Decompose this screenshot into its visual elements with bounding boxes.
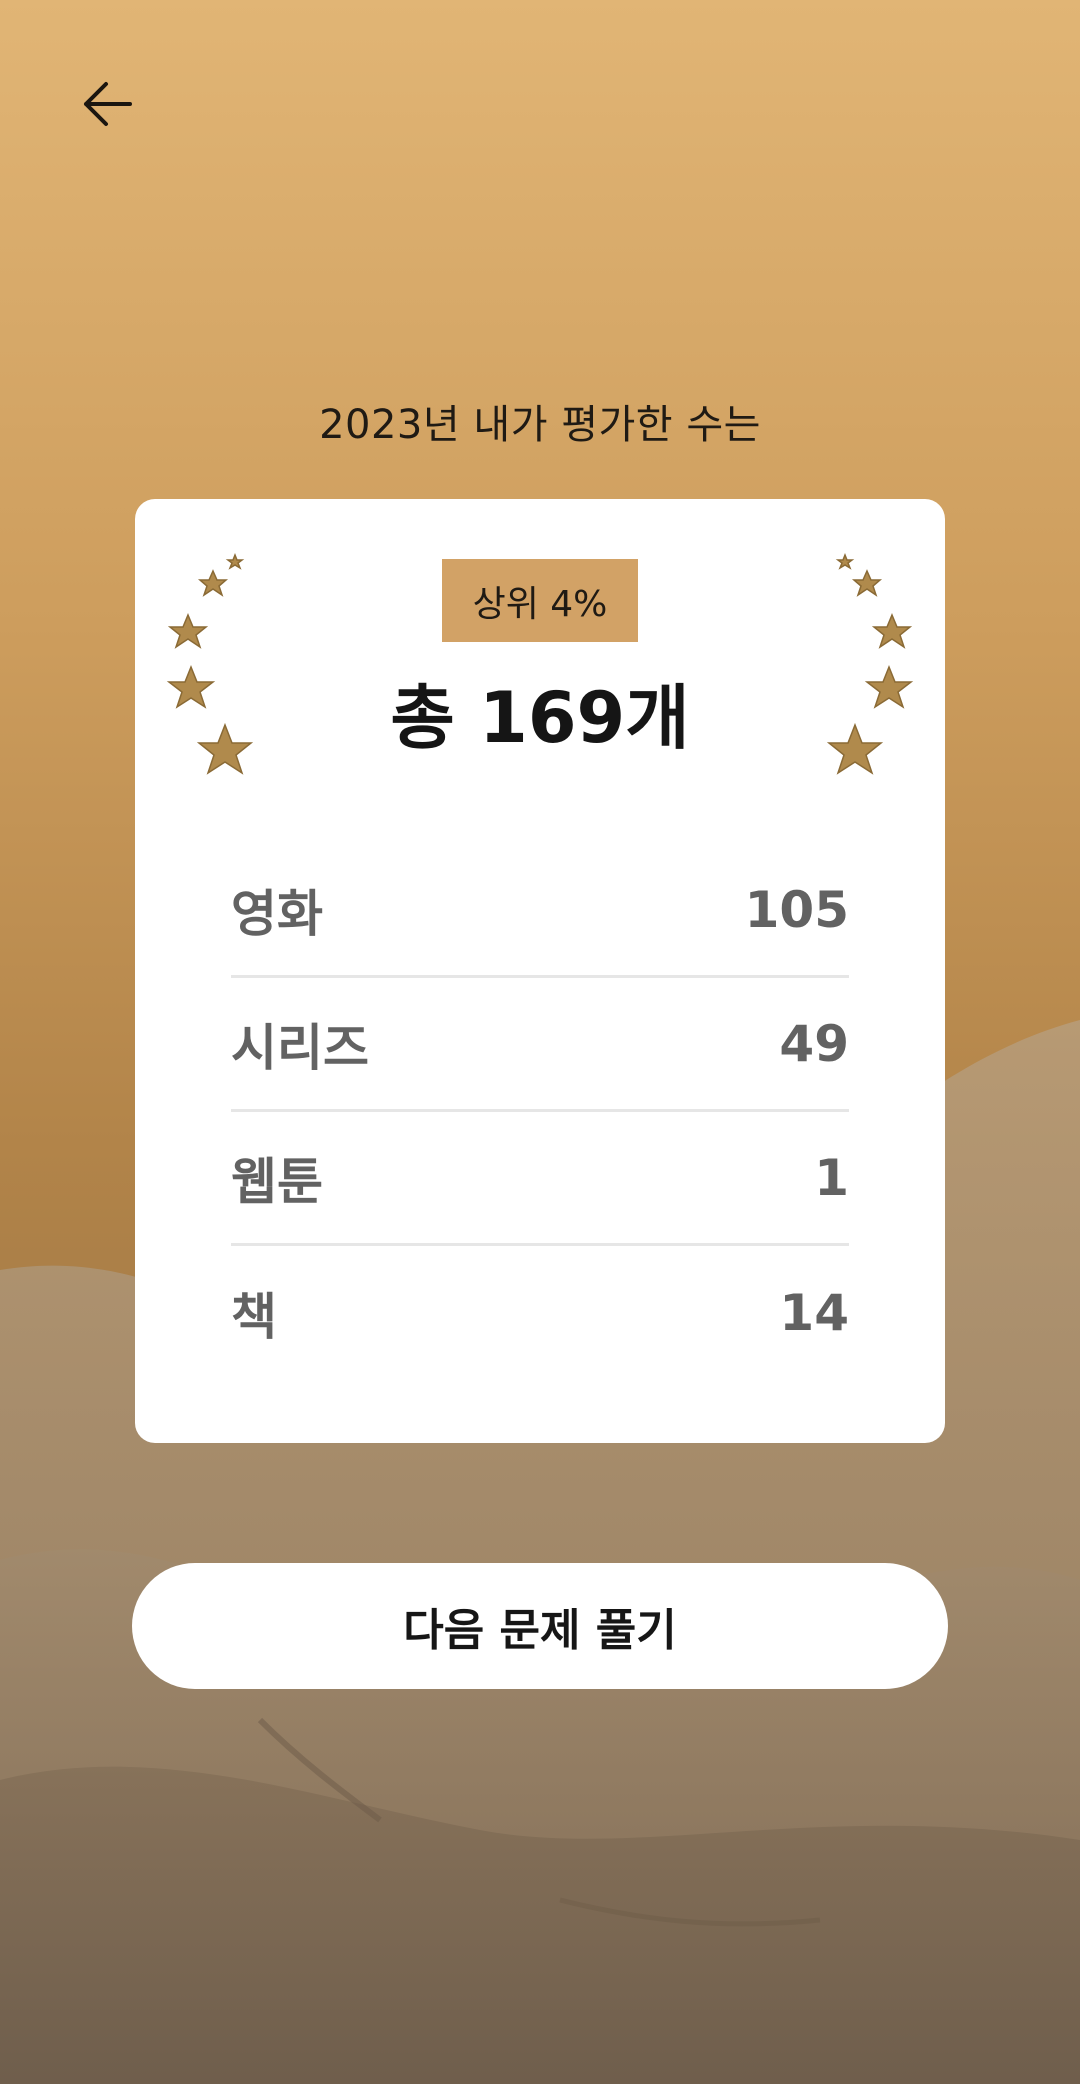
page-headline: 2023년 내가 평가한 수는 <box>319 402 761 448</box>
stat-row-book: 책 14 <box>231 1246 849 1380</box>
stat-value: 105 <box>744 880 849 939</box>
total-count: 총 169개 <box>390 677 690 759</box>
stat-label: 시리즈 <box>231 1018 369 1077</box>
screen: 2023년 내가 평가한 수는 상위 4% 총 169개 영화 105 시리즈 … <box>0 0 1080 2084</box>
stat-label: 영화 <box>231 884 323 943</box>
stat-value: 49 <box>779 1014 849 1073</box>
rating-summary-card: 상위 4% 총 169개 영화 105 시리즈 49 웹툰 1 책 14 <box>135 499 945 1443</box>
stat-value: 1 <box>814 1148 849 1207</box>
back-button[interactable] <box>70 66 146 142</box>
stat-row-movie: 영화 105 <box>231 844 849 978</box>
stat-label: 웹툰 <box>231 1152 323 1211</box>
stat-value: 14 <box>779 1284 849 1342</box>
stats-list: 영화 105 시리즈 49 웹툰 1 책 14 <box>231 844 849 1380</box>
stat-row-series: 시리즈 49 <box>231 978 849 1112</box>
stat-label: 책 <box>231 1288 277 1346</box>
rank-badge: 상위 4% <box>442 559 638 642</box>
arrow-left-icon <box>84 82 132 126</box>
next-question-button[interactable]: 다음 문제 풀기 <box>132 1563 948 1689</box>
stat-row-webtoon: 웹툰 1 <box>231 1112 849 1246</box>
